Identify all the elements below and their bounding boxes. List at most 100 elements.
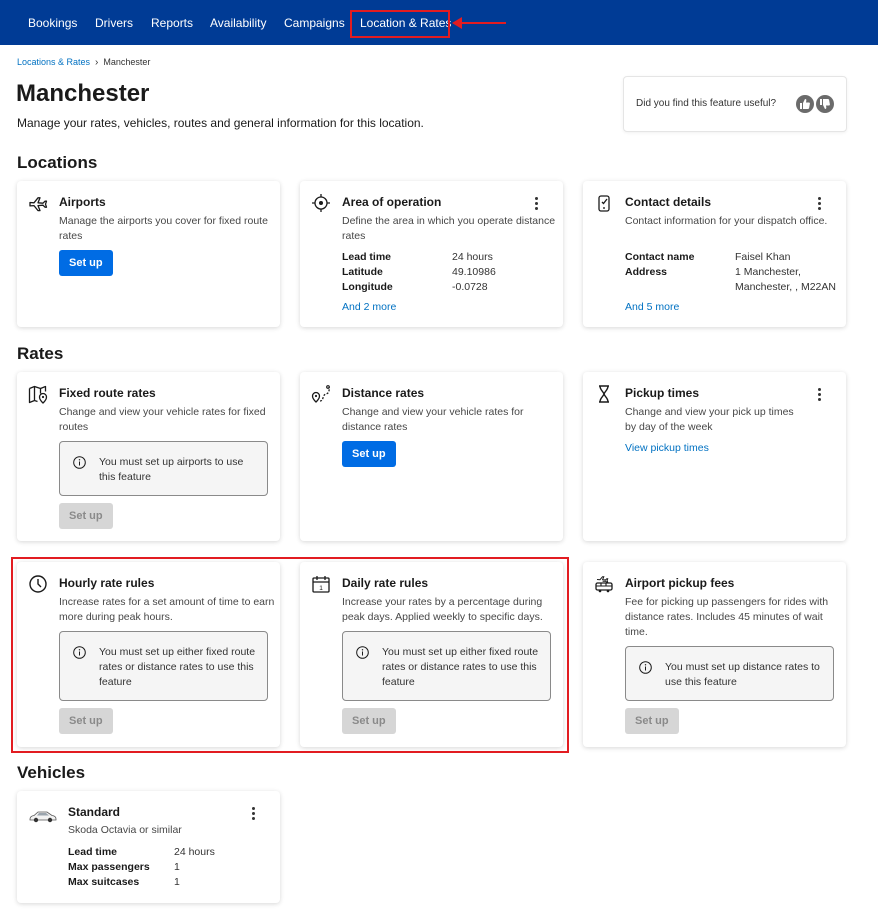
vehicle-details: Lead time 24 hours Max passengers 1 Max … <box>68 845 268 890</box>
card-title: Fixed route rates <box>59 386 156 400</box>
contact-more-link[interactable]: And 5 more <box>625 301 679 313</box>
kebab-icon[interactable] <box>814 195 824 211</box>
card-description: Change and view your vehicle rates for f… <box>59 406 266 433</box>
detail-label: Address <box>625 266 668 278</box>
contact-device-icon <box>598 195 610 212</box>
nav-highlight-box <box>350 10 450 38</box>
info-icon <box>639 661 652 674</box>
card-title: Hourly rate rules <box>59 576 155 590</box>
breadcrumb-current: Manchester <box>103 57 151 67</box>
breadcrumb-parent-link[interactable]: Locations & Rates <box>17 57 90 67</box>
card-title: Distance rates <box>342 386 425 400</box>
detail-label: Latitude <box>342 266 383 278</box>
card-hourly-rate-rules: Hourly rate rules Increase rates for a s… <box>17 562 280 747</box>
airplane-icon <box>29 197 48 212</box>
detail-value: -0.0728 <box>452 281 488 293</box>
thumbs-down-icon[interactable] <box>816 95 834 113</box>
view-pickup-times-link[interactable]: View pickup times <box>625 442 709 454</box>
fixed-route-setup-button[interactable]: Set up <box>59 503 113 529</box>
card-title: Airport pickup fees <box>625 576 735 590</box>
detail-label: Max passengers <box>68 861 150 873</box>
info-message: You must set up either fixed route rates… <box>342 631 551 701</box>
page-subtitle: Manage your rates, vehicles, routes and … <box>17 116 424 130</box>
card-description: Change and view your vehicle rates for d… <box>342 406 524 433</box>
kebab-icon[interactable] <box>814 386 824 402</box>
nav-bookings[interactable]: Bookings <box>28 0 77 45</box>
card-description: Skoda Octavia or similar <box>68 824 182 836</box>
card-title: Contact details <box>625 195 712 209</box>
info-icon <box>356 646 369 659</box>
nav-drivers[interactable]: Drivers <box>95 0 133 45</box>
section-locations: Locations <box>17 153 98 172</box>
area-more-link[interactable]: And 2 more <box>342 301 396 313</box>
breadcrumb: Locations & Rates › Manchester <box>17 57 150 68</box>
top-nav: Bookings Drivers Reports Availability Ca… <box>0 0 878 45</box>
chevron-right-icon: › <box>95 57 99 68</box>
detail-label: Max suitcases <box>68 876 140 888</box>
contact-details: Contact name Faisel Khan Address 1 Manch… <box>625 250 837 295</box>
section-vehicles: Vehicles <box>17 763 86 782</box>
info-message: You must set up airports to use this fea… <box>59 441 268 496</box>
airport-fees-setup-button[interactable]: Set up <box>625 708 679 734</box>
card-area-of-operation: Area of operation Define the area in whi… <box>300 181 563 327</box>
hourly-setup-button[interactable]: Set up <box>59 708 113 734</box>
detail-label: Contact name <box>625 251 695 263</box>
detail-label: Lead time <box>68 846 118 858</box>
detail-value: 24 hours <box>452 251 493 263</box>
route-pin-icon <box>311 385 330 403</box>
detail-value: Faisel Khan <box>735 251 791 263</box>
info-icon <box>73 646 86 659</box>
card-description: Contact information for your dispatch of… <box>625 215 828 227</box>
card-fixed-route-rates: Fixed route rates Change and view your v… <box>17 372 280 541</box>
thumbs-up-icon[interactable] <box>796 95 814 113</box>
kebab-icon[interactable] <box>248 805 258 821</box>
card-description: Increase rates for a set amount of time … <box>59 596 275 623</box>
card-title: Pickup times <box>625 386 700 400</box>
card-airport-pickup-fees: Airport pickup fees Fee for picking up p… <box>583 562 846 747</box>
nav-reports[interactable]: Reports <box>151 0 193 45</box>
card-airports: Airports Manage the airports you cover f… <box>17 181 280 327</box>
feedback-widget: Did you find this feature useful? <box>623 76 847 132</box>
info-text: You must set up either fixed route rates… <box>382 646 539 688</box>
card-contact-details: Contact details Contact information for … <box>583 181 846 327</box>
detail-value: 1 Manchester, <box>735 266 801 278</box>
card-description: Increase your rates by a percentage duri… <box>342 596 543 623</box>
nav-campaigns[interactable]: Campaigns <box>284 0 345 45</box>
nav-availability[interactable]: Availability <box>210 0 266 45</box>
detail-value: Manchester, , M22AN <box>735 281 836 293</box>
card-title: Airports <box>59 195 106 209</box>
info-message: You must set up either fixed route rates… <box>59 631 268 701</box>
card-title: Area of operation <box>342 195 442 209</box>
detail-value: 1 <box>174 861 180 873</box>
section-rates: Rates <box>17 344 64 363</box>
target-icon <box>312 194 330 212</box>
svg-text:1: 1 <box>319 585 323 592</box>
page-title: Manchester <box>16 80 150 107</box>
info-message: You must set up distance rates to use th… <box>625 646 834 701</box>
area-details: Lead time 24 hours Latitude 49.10986 Lon… <box>342 250 542 295</box>
bus-icon <box>595 576 613 593</box>
daily-setup-button[interactable]: Set up <box>342 708 396 734</box>
annotation-arrow-icon <box>452 17 506 29</box>
airports-setup-button[interactable]: Set up <box>59 250 113 276</box>
card-pickup-times: Pickup times Change and view your pick u… <box>583 372 846 541</box>
card-description: Change and view your pick up times by da… <box>625 406 794 433</box>
info-text: You must set up distance rates to use th… <box>665 661 820 688</box>
info-text: You must set up airports to use this fea… <box>99 456 244 483</box>
kebab-icon[interactable] <box>531 195 541 211</box>
detail-label: Longitude <box>342 281 393 293</box>
card-vehicle-standard: Standard Skoda Octavia or similar Lead t… <box>17 791 280 903</box>
info-icon <box>73 456 86 469</box>
detail-value: 24 hours <box>174 846 215 858</box>
hourglass-icon <box>599 385 609 403</box>
car-icon <box>29 811 57 823</box>
detail-label: Lead time <box>342 251 392 263</box>
map-pin-icon <box>28 385 48 404</box>
calendar-icon: 1 <box>312 576 330 593</box>
card-daily-rate-rules: 1 Daily rate rules Increase your rates b… <box>300 562 563 747</box>
card-description: Fee for picking up passengers for rides … <box>625 596 829 638</box>
detail-value: 49.10986 <box>452 266 496 278</box>
card-description: Manage the airports you cover for fixed … <box>59 215 268 242</box>
card-description: Define the area in which you operate dis… <box>342 215 556 242</box>
distance-rates-setup-button[interactable]: Set up <box>342 441 396 467</box>
